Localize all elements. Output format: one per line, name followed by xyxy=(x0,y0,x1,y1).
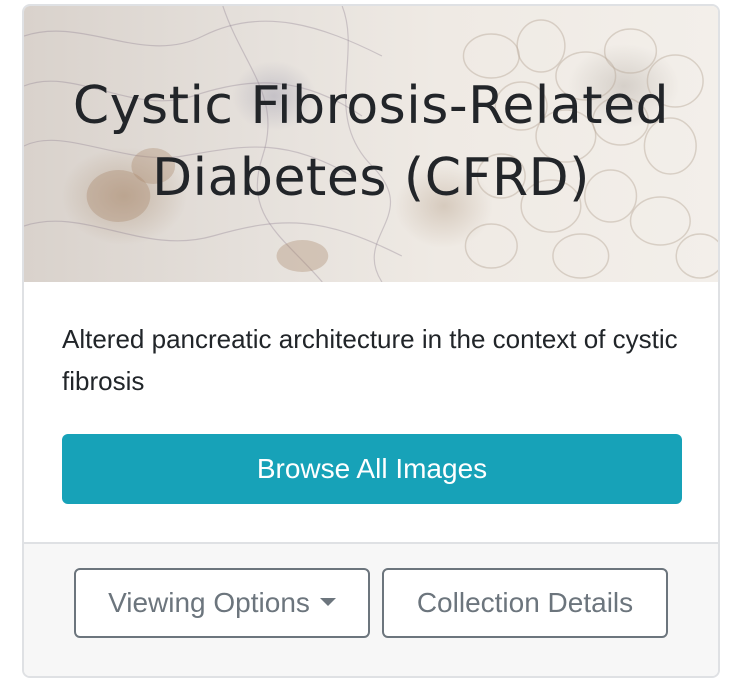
collection-description: Altered pancreatic architecture in the c… xyxy=(62,324,678,396)
hero-image: Cystic Fibrosis-Related Diabetes (CFRD) xyxy=(24,6,718,282)
viewing-options-dropdown[interactable]: Viewing Options xyxy=(74,568,370,638)
browse-all-images-button[interactable]: Browse All Images xyxy=(62,434,682,504)
collection-card: Cystic Fibrosis-Related Diabetes (CFRD) … xyxy=(22,4,720,678)
viewing-options-label: Viewing Options xyxy=(108,587,310,618)
card-footer: Viewing Options Collection Details xyxy=(24,542,718,676)
caret-down-icon xyxy=(319,597,336,606)
card-body: Altered pancreatic architecture in the c… xyxy=(24,282,718,544)
collection-title: Cystic Fibrosis-Related Diabetes (CFRD) xyxy=(72,76,670,208)
collection-details-button[interactable]: Collection Details xyxy=(382,568,668,638)
